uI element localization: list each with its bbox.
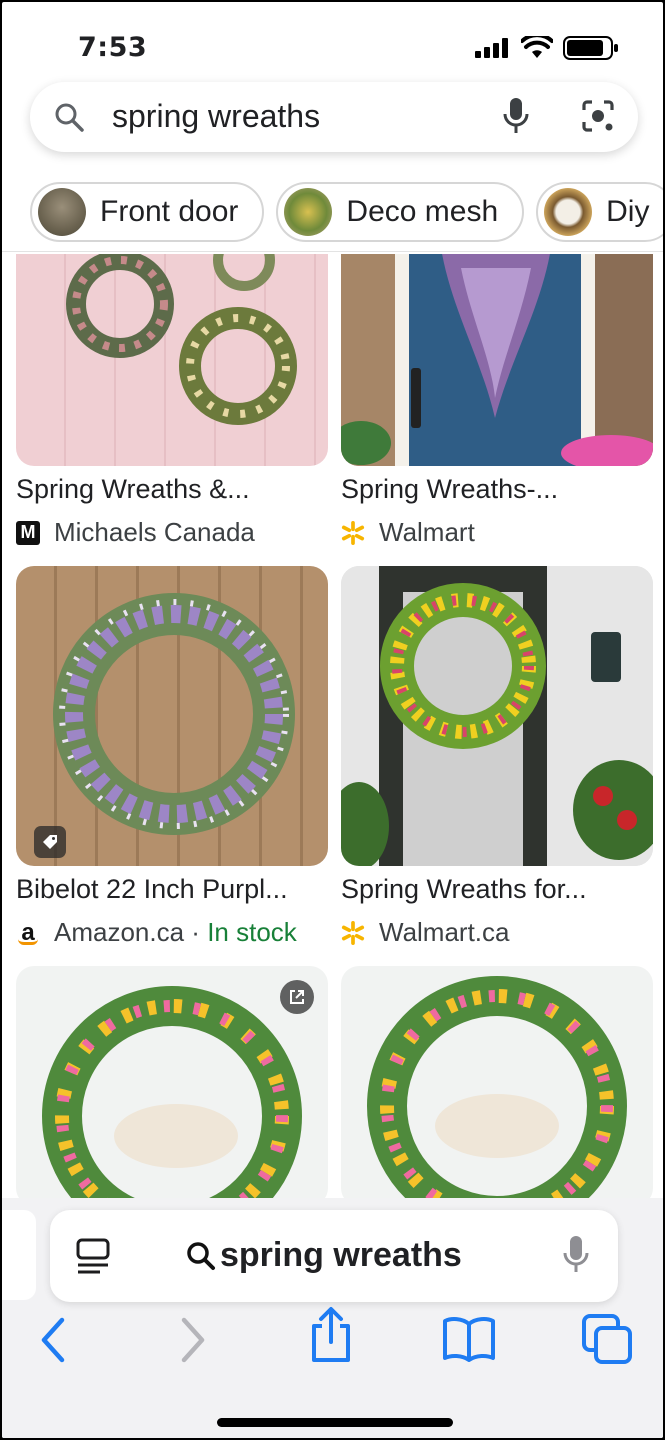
result-image[interactable] bbox=[16, 566, 328, 866]
chip-label: Front door bbox=[100, 195, 239, 228]
voice-search-icon[interactable] bbox=[502, 96, 530, 136]
result-card[interactable] bbox=[16, 966, 328, 1198]
status-icons bbox=[475, 36, 619, 60]
amazon-logo-icon: a bbox=[16, 919, 40, 946]
wreath-image bbox=[341, 566, 653, 866]
wreath-image bbox=[341, 254, 653, 466]
result-source-name: Walmart bbox=[379, 517, 475, 547]
home-indicator[interactable] bbox=[217, 1418, 453, 1427]
wreath-image bbox=[66, 254, 297, 425]
image-results-grid: Spring Wreaths &... M Michaels Canada Sp… bbox=[2, 254, 663, 1198]
result-source-name: Walmart.ca bbox=[379, 917, 510, 947]
browser-bottom-bar: spring wreaths bbox=[2, 1198, 663, 1438]
result-card[interactable]: Spring Wreaths for... Walmart.ca bbox=[341, 566, 653, 948]
search-input[interactable]: spring wreaths bbox=[112, 98, 320, 135]
chip-front-door[interactable]: Front door bbox=[30, 182, 265, 242]
open-external-icon[interactable] bbox=[280, 980, 314, 1014]
result-title[interactable]: Spring Wreaths-... bbox=[341, 474, 653, 505]
cellular-signal-icon bbox=[475, 38, 508, 58]
lens-camera-icon[interactable] bbox=[580, 98, 616, 134]
result-image[interactable] bbox=[16, 254, 328, 466]
result-source[interactable]: Walmart bbox=[341, 517, 653, 548]
result-image[interactable] bbox=[341, 566, 653, 866]
walmart-spark-icon bbox=[341, 520, 365, 545]
screen: 7:53 spring wreaths Front door Deco mesh… bbox=[0, 0, 665, 1440]
previous-tab-edge[interactable] bbox=[2, 1210, 36, 1300]
result-title[interactable]: Spring Wreaths for... bbox=[341, 874, 653, 905]
result-source-name: Amazon.ca bbox=[54, 917, 185, 947]
chip-deco-mesh[interactable]: Deco mesh bbox=[276, 182, 525, 242]
result-image[interactable] bbox=[341, 254, 653, 466]
chip-thumbnail bbox=[544, 188, 593, 236]
address-query: spring wreaths bbox=[220, 1236, 462, 1274]
search-icon bbox=[187, 1241, 215, 1270]
shopping-tag-icon bbox=[34, 826, 66, 858]
status-time: 7:53 bbox=[78, 32, 148, 63]
stock-status: In stock bbox=[207, 917, 297, 947]
result-card[interactable]: Spring Wreaths &... M Michaels Canada bbox=[16, 254, 328, 548]
michaels-logo-icon: M bbox=[16, 520, 40, 545]
status-bar: 7:53 bbox=[2, 2, 663, 82]
tabs-icon[interactable] bbox=[582, 1314, 634, 1364]
walmart-spark-icon bbox=[341, 920, 365, 945]
result-image[interactable] bbox=[341, 966, 653, 1198]
back-icon[interactable] bbox=[38, 1316, 68, 1364]
browser-toolbar bbox=[2, 1307, 663, 1376]
result-title[interactable]: Bibelot 22 Inch Purpl... bbox=[16, 874, 328, 905]
forward-icon[interactable] bbox=[178, 1316, 208, 1364]
bookmarks-icon[interactable] bbox=[442, 1316, 496, 1362]
result-source-name: Michaels Canada bbox=[54, 517, 255, 547]
result-source[interactable]: Walmart.ca bbox=[341, 917, 653, 948]
result-source-separator: · bbox=[184, 917, 208, 947]
suggestion-chips: Front door Deco mesh Diy bbox=[2, 172, 663, 252]
result-card[interactable] bbox=[341, 966, 653, 1198]
search-bar[interactable]: spring wreaths bbox=[30, 82, 638, 152]
result-image[interactable] bbox=[16, 966, 328, 1198]
chip-thumbnail bbox=[38, 188, 86, 236]
wifi-icon bbox=[521, 36, 553, 58]
chip-thumbnail bbox=[284, 188, 333, 236]
result-title[interactable]: Spring Wreaths &... bbox=[16, 474, 328, 505]
chip-label: Diy bbox=[606, 195, 650, 228]
address-bar[interactable]: spring wreaths bbox=[50, 1210, 618, 1302]
dictation-icon[interactable] bbox=[562, 1234, 590, 1276]
result-source[interactable]: a Amazon.ca · In stock bbox=[16, 917, 328, 948]
share-icon[interactable] bbox=[308, 1306, 354, 1364]
chip-diy[interactable]: Diy bbox=[536, 182, 663, 242]
search-icon bbox=[55, 103, 84, 132]
wreath-image bbox=[53, 593, 295, 835]
result-source[interactable]: M Michaels Canada bbox=[16, 517, 328, 548]
battery-icon bbox=[563, 36, 618, 60]
result-card[interactable]: Bibelot 22 Inch Purpl... a Amazon.ca · I… bbox=[16, 566, 328, 948]
page-menu-icon[interactable] bbox=[76, 1238, 110, 1274]
chip-label: Deco mesh bbox=[346, 195, 499, 228]
result-card[interactable]: Spring Wreaths-... Walmart bbox=[341, 254, 653, 548]
address-text: spring wreaths bbox=[186, 1236, 462, 1275]
wreath-image bbox=[367, 976, 627, 1198]
